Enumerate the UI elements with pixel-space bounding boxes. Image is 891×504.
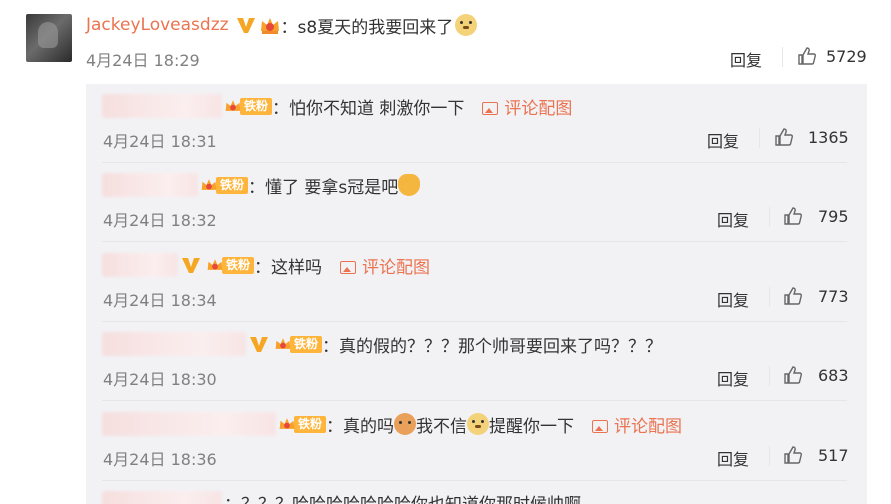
commenter-username[interactable]: JackeyLoveasdzz: [86, 15, 229, 35]
action-divider: [782, 47, 783, 67]
action-divider: [769, 207, 770, 227]
like-thumb-icon[interactable]: [783, 286, 803, 306]
reply-divider: [102, 480, 847, 481]
like-count: 773: [818, 287, 849, 306]
fan-badge-label: 铁粉: [290, 335, 323, 353]
reply-text-part2: 我不信: [416, 416, 468, 437]
reply-text: 懂了 要拿s冠是吧: [265, 177, 399, 198]
fan-badge[interactable]: 铁粉: [224, 96, 273, 116]
blurred-username[interactable]: [102, 94, 222, 118]
reply-text: 真的假的？？？那个帅哥要回来了吗？？？: [339, 336, 663, 357]
comment-image-label: 评论配图: [614, 416, 683, 437]
like-count: 5729: [826, 47, 867, 66]
comment-text: s8夏天的我要回来了: [297, 17, 454, 38]
vip-v-icon[interactable]: [248, 333, 270, 355]
action-divider: [769, 287, 770, 307]
reply-button[interactable]: 回复: [717, 207, 749, 231]
reply-timestamp: 4月24日 18:36: [103, 450, 217, 469]
reply-divider: [102, 162, 847, 163]
like-thumb-icon[interactable]: [797, 46, 817, 66]
fan-badge[interactable]: 铁粉: [200, 175, 249, 195]
like-count: 517: [818, 446, 849, 465]
doge-emoji-icon: [467, 413, 490, 435]
reply-divider: [102, 321, 847, 322]
like-thumb-icon[interactable]: [774, 127, 794, 147]
fan-badge[interactable]: 铁粉: [274, 334, 323, 354]
like-count: 795: [818, 207, 849, 226]
angry-emoji-icon: [394, 413, 417, 435]
action-divider: [769, 446, 770, 466]
comment-image-label: 评论配图: [504, 98, 573, 119]
like-count: 683: [818, 366, 849, 385]
vip-v-icon[interactable]: [235, 14, 257, 36]
reply-line: ： ？？？哈哈哈哈哈哈哈你也知道你那时候帅啊: [224, 490, 581, 504]
reply-separator: ：: [248, 177, 266, 198]
reply-timestamp: 4月24日 18:31: [103, 132, 217, 151]
reply-text-part1: 真的吗: [343, 416, 395, 437]
fan-badge-label: 铁粉: [216, 176, 249, 194]
comment-image-link[interactable]: 评论配图: [592, 412, 682, 437]
fist-emoji-icon: [398, 174, 421, 196]
reply-line: 铁粉 ： 真的吗 我不信 提醒你一下 评论配图: [278, 412, 682, 437]
reply-divider: [102, 400, 847, 401]
like-thumb-icon[interactable]: [783, 206, 803, 226]
action-divider: [769, 366, 770, 386]
reply-separator: ：: [254, 257, 272, 278]
reply-text: 怕你不知道 刺激你一下: [289, 98, 465, 119]
reply-separator: ：: [322, 336, 340, 357]
comment-image-label: 评论配图: [362, 257, 431, 278]
image-icon: [340, 261, 357, 274]
vip-v-icon[interactable]: [180, 254, 202, 276]
blurred-username[interactable]: [102, 253, 178, 277]
comment-image-link[interactable]: 评论配图: [340, 253, 430, 278]
reply-button[interactable]: 回复: [730, 47, 762, 71]
reply-timestamp: 4月24日 18:34: [103, 291, 217, 310]
blurred-username[interactable]: [102, 332, 246, 356]
reply-line: 铁粉 ： 真的假的？？？那个帅哥要回来了吗？？？: [248, 332, 663, 357]
reply-separator: ：: [272, 98, 290, 119]
reply-button[interactable]: 回复: [717, 366, 749, 390]
action-divider: [759, 128, 760, 148]
reply-button[interactable]: 回复: [717, 287, 749, 311]
blurred-username[interactable]: [102, 491, 222, 504]
like-thumb-icon[interactable]: [783, 445, 803, 465]
comment-separator: ：: [280, 17, 298, 38]
commenter-avatar[interactable]: [26, 14, 72, 62]
fan-badge-label: 铁粉: [222, 256, 255, 274]
fan-badge[interactable]: 铁粉: [206, 255, 255, 275]
image-icon: [592, 420, 609, 433]
like-thumb-icon[interactable]: [783, 365, 803, 385]
reply-text: 这样吗: [271, 257, 323, 278]
main-comment-line: JackeyLoveasdzz ： s8夏天的我要回来了: [86, 12, 478, 38]
reply-button[interactable]: 回复: [707, 128, 739, 152]
reply-separator: ：: [224, 490, 241, 504]
comment-timestamp: 4月24日 18:29: [86, 51, 200, 70]
fan-badge[interactable]: 铁粉: [278, 414, 327, 434]
reply-separator: ：: [326, 416, 344, 437]
reply-line: 铁粉 ： 懂了 要拿s冠是吧: [200, 173, 421, 198]
image-icon: [482, 102, 499, 115]
reply-line: 铁粉 ： 这样吗 评论配图: [180, 253, 430, 278]
reply-text: ？？？哈哈哈哈哈哈哈你也知道你那时候帅啊: [241, 490, 581, 504]
reply-divider: [102, 241, 847, 242]
reply-timestamp: 4月24日 18:32: [103, 211, 217, 230]
reply-button[interactable]: 回复: [717, 446, 749, 470]
reply-text-part3: 提醒你一下: [489, 416, 575, 437]
blurred-username[interactable]: [102, 412, 276, 436]
blurred-username[interactable]: [102, 173, 198, 197]
like-count: 1365: [808, 128, 849, 147]
reply-timestamp: 4月24日 18:30: [103, 370, 217, 389]
fan-badge-label: 铁粉: [294, 415, 327, 433]
fan-badge-label: 铁粉: [240, 97, 273, 115]
crown-badge-icon[interactable]: [259, 15, 281, 35]
doge-emoji-icon: [455, 14, 478, 36]
reply-line: 铁粉 ： 怕你不知道 刺激你一下 评论配图: [224, 94, 572, 119]
comment-image-link[interactable]: 评论配图: [482, 94, 572, 119]
